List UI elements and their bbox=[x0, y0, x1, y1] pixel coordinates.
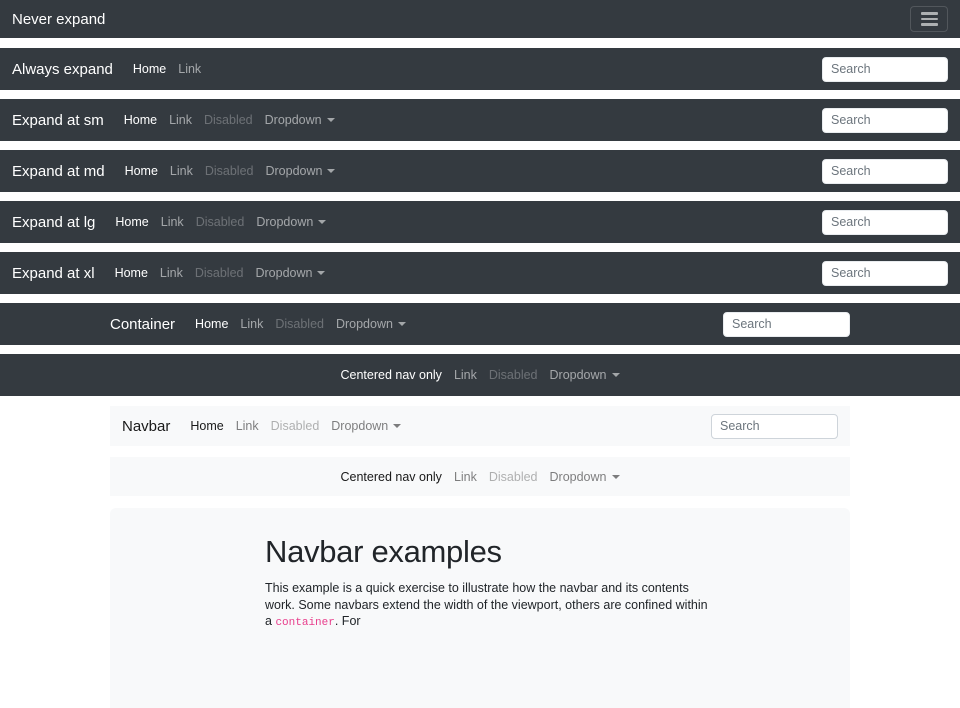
navbar-light: Navbar Home Link Disabled Dropdown bbox=[110, 406, 850, 446]
nav-link-disabled: Disabled bbox=[483, 368, 544, 382]
dropdown-label: Dropdown bbox=[265, 164, 322, 178]
nav-link-link[interactable]: Link bbox=[172, 62, 207, 76]
hamburger-icon bbox=[921, 23, 938, 26]
navbar-toggler-button[interactable] bbox=[910, 6, 948, 32]
inline-code-container: container bbox=[275, 617, 334, 629]
navbar-expand-xl: Expand at xl Home Link Disabled Dropdown bbox=[0, 252, 960, 294]
nav-link-disabled: Disabled bbox=[199, 164, 260, 178]
nav-link-centered-nav-only[interactable]: Centered nav only bbox=[334, 368, 447, 382]
dropdown-label: Dropdown bbox=[336, 317, 393, 331]
navbar-expand-lg: Expand at lg Home Link Disabled Dropdown bbox=[0, 201, 960, 243]
intro-paragraph: This example is a quick exercise to illu… bbox=[265, 580, 710, 632]
navbar-centered-light: Centered nav only Link Disabled Dropdown bbox=[110, 457, 850, 496]
nav-link-dropdown[interactable]: Dropdown bbox=[544, 368, 626, 382]
nav-link-home[interactable]: Home bbox=[119, 164, 164, 178]
caret-down-icon bbox=[393, 424, 401, 428]
nav-link-home[interactable]: Home bbox=[118, 113, 163, 127]
search-input[interactable] bbox=[822, 210, 948, 235]
nav-link-home[interactable]: Home bbox=[189, 317, 234, 331]
nav-link-dropdown[interactable]: Dropdown bbox=[330, 317, 412, 331]
navbar-centered-dark: Centered nav only Link Disabled Dropdown bbox=[0, 354, 960, 396]
brand-navbar[interactable]: Navbar bbox=[122, 418, 170, 435]
nav-link-dropdown[interactable]: Dropdown bbox=[325, 419, 407, 433]
caret-down-icon bbox=[612, 373, 620, 377]
dropdown-label: Dropdown bbox=[331, 419, 388, 433]
search-input[interactable] bbox=[822, 57, 948, 82]
nav-link-disabled: Disabled bbox=[198, 113, 259, 127]
nav-link-link[interactable]: Link bbox=[234, 317, 269, 331]
navbar-expand-sm: Expand at sm Home Link Disabled Dropdown bbox=[0, 99, 960, 141]
caret-down-icon bbox=[327, 118, 335, 122]
nav-link-home[interactable]: Home bbox=[109, 215, 154, 229]
nav-link-dropdown[interactable]: Dropdown bbox=[259, 164, 341, 178]
nav-link-link[interactable]: Link bbox=[230, 419, 265, 433]
navbar-always-expand: Always expand Home Link bbox=[0, 48, 960, 90]
brand-never-expand[interactable]: Never expand bbox=[12, 11, 105, 28]
jumbotron: Navbar examples This example is a quick … bbox=[110, 508, 850, 708]
caret-down-icon bbox=[327, 169, 335, 173]
dropdown-label: Dropdown bbox=[550, 470, 607, 484]
nav-link-home[interactable]: Home bbox=[184, 419, 229, 433]
navbar-container: Container Home Link Disabled Dropdown bbox=[0, 303, 960, 345]
dropdown-label: Dropdown bbox=[255, 266, 312, 280]
search-input[interactable] bbox=[822, 261, 948, 286]
nav-link-link[interactable]: Link bbox=[163, 113, 198, 127]
brand-expand-lg[interactable]: Expand at lg bbox=[12, 214, 95, 231]
nav-link-disabled: Disabled bbox=[189, 266, 250, 280]
nav-link-disabled: Disabled bbox=[265, 419, 326, 433]
caret-down-icon bbox=[317, 271, 325, 275]
hamburger-icon bbox=[921, 12, 938, 15]
nav-link-link[interactable]: Link bbox=[164, 164, 199, 178]
dropdown-label: Dropdown bbox=[265, 113, 322, 127]
brand-always-expand[interactable]: Always expand bbox=[12, 61, 113, 78]
dropdown-label: Dropdown bbox=[256, 215, 313, 229]
brand-expand-xl[interactable]: Expand at xl bbox=[12, 265, 95, 282]
nav-link-home[interactable]: Home bbox=[127, 62, 172, 76]
brand-expand-sm[interactable]: Expand at sm bbox=[12, 112, 104, 129]
caret-down-icon bbox=[318, 220, 326, 224]
navbar-expand-md: Expand at md Home Link Disabled Dropdown bbox=[0, 150, 960, 192]
nav-link-centered-nav-only[interactable]: Centered nav only bbox=[334, 470, 447, 484]
nav-link-disabled: Disabled bbox=[269, 317, 330, 331]
nav-link-home[interactable]: Home bbox=[109, 266, 154, 280]
page-title: Navbar examples bbox=[265, 534, 850, 570]
nav-link-link[interactable]: Link bbox=[154, 266, 189, 280]
nav-link-link[interactable]: Link bbox=[155, 215, 190, 229]
nav-link-disabled: Disabled bbox=[483, 470, 544, 484]
intro-text-end: . For bbox=[335, 614, 361, 628]
nav-link-dropdown[interactable]: Dropdown bbox=[249, 266, 331, 280]
search-input[interactable] bbox=[711, 414, 838, 439]
hamburger-icon bbox=[921, 18, 938, 21]
nav-link-link[interactable]: Link bbox=[448, 470, 483, 484]
nav-link-dropdown[interactable]: Dropdown bbox=[259, 113, 341, 127]
navbar-container-inner: Container Home Link Disabled Dropdown bbox=[110, 312, 850, 337]
brand-container[interactable]: Container bbox=[110, 316, 175, 333]
search-input[interactable] bbox=[822, 108, 948, 133]
nav-link-disabled: Disabled bbox=[190, 215, 251, 229]
search-input[interactable] bbox=[723, 312, 850, 337]
navbar-never-expand: Never expand bbox=[0, 0, 960, 38]
nav-link-dropdown[interactable]: Dropdown bbox=[250, 215, 332, 229]
brand-expand-md[interactable]: Expand at md bbox=[12, 163, 105, 180]
nav-link-dropdown[interactable]: Dropdown bbox=[544, 470, 626, 484]
nav-link-link[interactable]: Link bbox=[448, 368, 483, 382]
caret-down-icon bbox=[612, 475, 620, 479]
caret-down-icon bbox=[398, 322, 406, 326]
dropdown-label: Dropdown bbox=[550, 368, 607, 382]
search-input[interactable] bbox=[822, 159, 948, 184]
